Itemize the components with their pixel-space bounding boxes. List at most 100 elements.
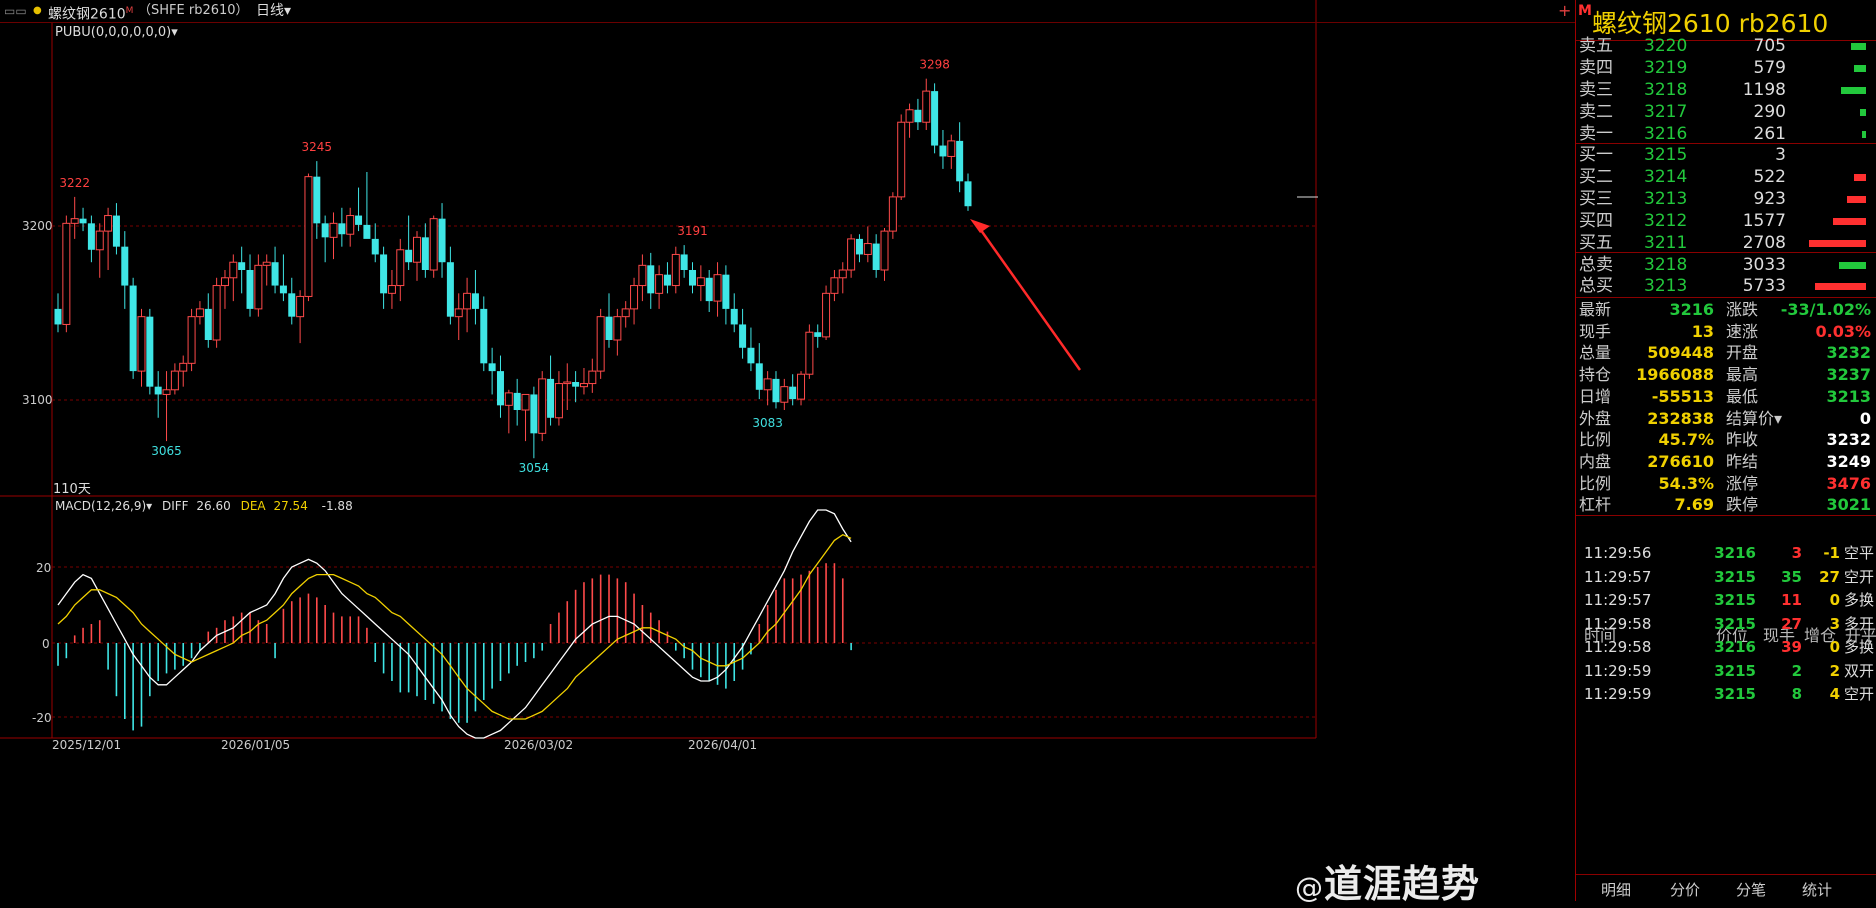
- candle[interactable]: [187, 308, 196, 372]
- total-row[interactable]: 总买 3213 5733: [1576, 273, 1876, 299]
- period-selector[interactable]: 日线▾: [256, 0, 291, 22]
- tab-statistics[interactable]: 统计: [1802, 879, 1832, 900]
- candle[interactable]: [755, 343, 763, 400]
- candle[interactable]: [405, 215, 413, 270]
- candle[interactable]: [830, 270, 839, 302]
- candle[interactable]: [521, 393, 530, 442]
- candle[interactable]: [321, 215, 329, 263]
- candle[interactable]: [530, 386, 538, 459]
- candle[interactable]: [471, 270, 479, 325]
- candle[interactable]: [95, 223, 104, 278]
- candle[interactable]: [822, 285, 831, 340]
- candle[interactable]: [446, 246, 454, 325]
- candle[interactable]: [863, 226, 872, 263]
- candle[interactable]: [121, 231, 129, 309]
- candle[interactable]: [154, 371, 162, 418]
- candle[interactable]: [680, 245, 688, 278]
- candle[interactable]: [112, 203, 120, 255]
- candle[interactable]: [905, 103, 914, 138]
- candle[interactable]: [705, 270, 713, 312]
- candle[interactable]: [304, 173, 313, 302]
- candle[interactable]: [554, 371, 563, 426]
- candle[interactable]: [463, 277, 472, 333]
- candle[interactable]: [146, 308, 154, 395]
- candle[interactable]: [338, 207, 346, 247]
- candle[interactable]: [254, 254, 263, 317]
- candle[interactable]: [480, 296, 488, 372]
- candle[interactable]: [739, 308, 747, 359]
- candle[interactable]: [838, 262, 847, 294]
- candle[interactable]: [380, 246, 388, 309]
- candle[interactable]: [195, 301, 204, 325]
- candle[interactable]: [956, 122, 964, 193]
- candle[interactable]: [847, 234, 856, 278]
- candle[interactable]: [964, 173, 972, 211]
- candle[interactable]: [346, 207, 355, 247]
- candle[interactable]: [621, 301, 630, 328]
- candle[interactable]: [663, 262, 671, 294]
- candle[interactable]: [671, 246, 680, 294]
- candle[interactable]: [396, 238, 405, 302]
- candle[interactable]: [129, 277, 137, 379]
- candle[interactable]: [647, 252, 655, 309]
- candle[interactable]: [496, 355, 504, 418]
- candle[interactable]: [880, 228, 889, 281]
- candle[interactable]: [296, 290, 305, 344]
- candle[interactable]: [246, 254, 254, 317]
- candle[interactable]: [229, 254, 238, 302]
- candle[interactable]: [438, 203, 446, 278]
- candle[interactable]: [429, 215, 438, 278]
- candle[interactable]: [605, 293, 613, 348]
- candle[interactable]: [547, 355, 555, 426]
- candle[interactable]: [371, 223, 379, 263]
- candle[interactable]: [588, 358, 597, 393]
- candle[interactable]: [137, 308, 146, 387]
- kline-chart[interactable]: 3222 3245 3065 3054 3191 3083 3298 PUBU(0,0,0,…: [0, 0, 1575, 901]
- candle[interactable]: [170, 363, 179, 395]
- candle[interactable]: [730, 293, 738, 333]
- candle[interactable]: [789, 374, 797, 406]
- tab-price-distribution[interactable]: 分价: [1670, 879, 1700, 900]
- candle[interactable]: [220, 270, 229, 309]
- indicator-label[interactable]: PUBU(0,0,0,0,0,0)▾: [55, 25, 178, 40]
- candle[interactable]: [162, 371, 171, 442]
- candle[interactable]: [387, 270, 396, 309]
- window-icon[interactable]: ▭▭: [4, 0, 27, 22]
- candle[interactable]: [613, 308, 622, 356]
- candle[interactable]: [329, 212, 338, 260]
- candle[interactable]: [872, 234, 880, 278]
- candle[interactable]: [271, 246, 279, 294]
- candle[interactable]: [939, 130, 947, 169]
- candle[interactable]: [897, 114, 906, 200]
- tab-detail[interactable]: 明细: [1601, 879, 1631, 900]
- candle[interactable]: [421, 223, 429, 278]
- candle[interactable]: [70, 196, 79, 239]
- candle[interactable]: [355, 187, 363, 232]
- candle[interactable]: [805, 324, 814, 379]
- trade-row[interactable]: 11:29:59 3215 8 4 空开: [1576, 680, 1876, 708]
- add-icon[interactable]: +: [1558, 0, 1571, 22]
- candle[interactable]: [947, 134, 956, 169]
- candle[interactable]: [922, 78, 931, 130]
- candle[interactable]: [62, 215, 71, 333]
- candle[interactable]: [262, 254, 271, 286]
- tab-tick[interactable]: 分笔: [1736, 879, 1766, 900]
- candle[interactable]: [513, 378, 521, 426]
- candle[interactable]: [655, 265, 664, 309]
- candle[interactable]: [579, 368, 588, 395]
- candle[interactable]: [722, 265, 730, 325]
- candle[interactable]: [747, 327, 755, 372]
- candle[interactable]: [763, 371, 772, 406]
- candle[interactable]: [538, 371, 547, 442]
- candle[interactable]: [688, 262, 696, 294]
- candle[interactable]: [179, 355, 188, 387]
- candle[interactable]: [855, 234, 863, 263]
- candle[interactable]: [79, 207, 87, 232]
- candle[interactable]: [212, 277, 221, 348]
- candle[interactable]: [104, 207, 113, 270]
- candle[interactable]: [814, 324, 822, 348]
- candle[interactable]: [238, 246, 246, 294]
- candle[interactable]: [780, 378, 789, 410]
- candle[interactable]: [288, 277, 296, 325]
- candle[interactable]: [914, 98, 922, 130]
